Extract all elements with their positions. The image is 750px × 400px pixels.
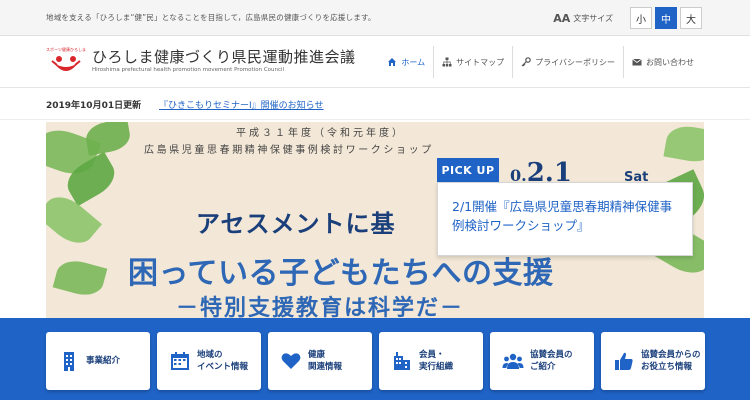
leaf-decoration bbox=[663, 122, 704, 166]
font-size-small-button[interactable]: 小 bbox=[630, 7, 652, 29]
home-icon bbox=[388, 58, 397, 66]
hero-title-1: アセスメントに基 bbox=[196, 210, 396, 238]
site-header: スポーツ健康ひろしま ひろしま健康づくり県民運動推進会議 Hiroshima p… bbox=[0, 36, 750, 88]
card-events-label: 地域の イベント情報 bbox=[197, 350, 249, 372]
nav-sitemap-label: サイトマップ bbox=[456, 57, 505, 67]
font-size-control: AA 文字サイズ 小 中 大 bbox=[553, 7, 702, 29]
font-size-medium-button[interactable]: 中 bbox=[655, 7, 677, 29]
leaf-decoration bbox=[83, 122, 133, 156]
pickup-link[interactable]: 2/1開催『広島県児童思春期精神保健事例検討ワークショップ』 bbox=[452, 197, 678, 235]
news-bar: 2019年10月01日更新 『ひきこもりセミナーⅠ』開催のお知らせ bbox=[0, 88, 750, 120]
news-date: 2019年10月01日更新 bbox=[46, 101, 142, 111]
card-members-label: 会員・ 実行組織 bbox=[419, 350, 454, 372]
pickup-card[interactable]: 2/1開催『広島県児童思春期精神保健事例検討ワークショップ』 bbox=[437, 182, 693, 256]
card-health[interactable]: 健康 関連情報 bbox=[268, 332, 372, 390]
mail-icon bbox=[632, 58, 642, 66]
leaf-decoration bbox=[52, 256, 108, 300]
card-members[interactable]: 会員・ 実行組織 bbox=[379, 332, 483, 390]
pickup-tag: PICK UP bbox=[437, 158, 499, 182]
card-events[interactable]: 地域の イベント情報 bbox=[157, 332, 261, 390]
nav-contact[interactable]: お問い合わせ bbox=[623, 46, 702, 78]
nav-privacy-label: プライバシーポリシー bbox=[535, 57, 615, 67]
site-subtitle: Hiroshima prefectural health promotion m… bbox=[92, 67, 285, 73]
sitemap-icon bbox=[442, 57, 452, 67]
header-nav: ホーム サイトマップ プライバシーポリシー お問い合わせ bbox=[379, 46, 702, 78]
org-icon bbox=[394, 352, 410, 370]
hero-fiscal-year: 平成３１年度（令和元年度） bbox=[236, 128, 405, 139]
category-bar: 事業紹介 地域の イベント情報 健康 関連情報 会員・ 実行組織 協賛会員の ご… bbox=[0, 318, 750, 400]
font-size-icon: AA bbox=[553, 11, 571, 25]
site-logo[interactable]: スポーツ健康ひろしま bbox=[46, 45, 86, 79]
thumbs-up-icon bbox=[615, 352, 633, 370]
hero-title-3: －特別支援教育は科学だ－ bbox=[176, 296, 465, 318]
news-link[interactable]: 『ひきこもりセミナーⅠ』開催のお知らせ bbox=[159, 98, 323, 111]
top-bar: 地域を支える「ひろしま“健”民」となることを目指して，広島県民の健康づくりを応援… bbox=[0, 0, 750, 36]
font-size-label: 文字サイズ bbox=[573, 13, 613, 23]
nav-home-label: ホーム bbox=[401, 57, 426, 67]
card-sponsors[interactable]: 協賛会員の ご紹介 bbox=[490, 332, 594, 390]
card-business[interactable]: 事業紹介 bbox=[46, 332, 150, 390]
hero-event-name: 広島県児童思春期精神保健事例検討ワークショップ bbox=[144, 145, 434, 156]
nav-home[interactable]: ホーム bbox=[379, 46, 433, 78]
card-sponsor-info-label: 協賛会員からの お役立ち情報 bbox=[641, 350, 701, 372]
nav-sitemap[interactable]: サイトマップ bbox=[433, 46, 512, 78]
font-size-large-button[interactable]: 大 bbox=[680, 7, 702, 29]
nav-contact-label: お問い合わせ bbox=[646, 57, 694, 67]
key-icon bbox=[521, 57, 531, 67]
svg-text:スポーツ健康ひろしま: スポーツ健康ひろしま bbox=[46, 46, 86, 52]
card-sponsors-label: 協賛会員の ご紹介 bbox=[530, 350, 573, 372]
card-business-label: 事業紹介 bbox=[86, 356, 121, 366]
heart-icon bbox=[281, 353, 301, 369]
card-health-label: 健康 関連情報 bbox=[308, 350, 343, 372]
site-title[interactable]: ひろしま健康づくり県民運動推進会議 bbox=[92, 46, 356, 67]
calendar-icon bbox=[171, 352, 189, 370]
building-icon bbox=[64, 352, 74, 371]
site-tagline: 地域を支える「ひろしま“健”民」となることを目指して，広島県民の健康づくりを応援… bbox=[46, 13, 376, 22]
group-icon bbox=[502, 353, 524, 369]
nav-privacy[interactable]: プライバシーポリシー bbox=[512, 46, 623, 78]
card-sponsor-info[interactable]: 協賛会員からの お役立ち情報 bbox=[601, 332, 705, 390]
